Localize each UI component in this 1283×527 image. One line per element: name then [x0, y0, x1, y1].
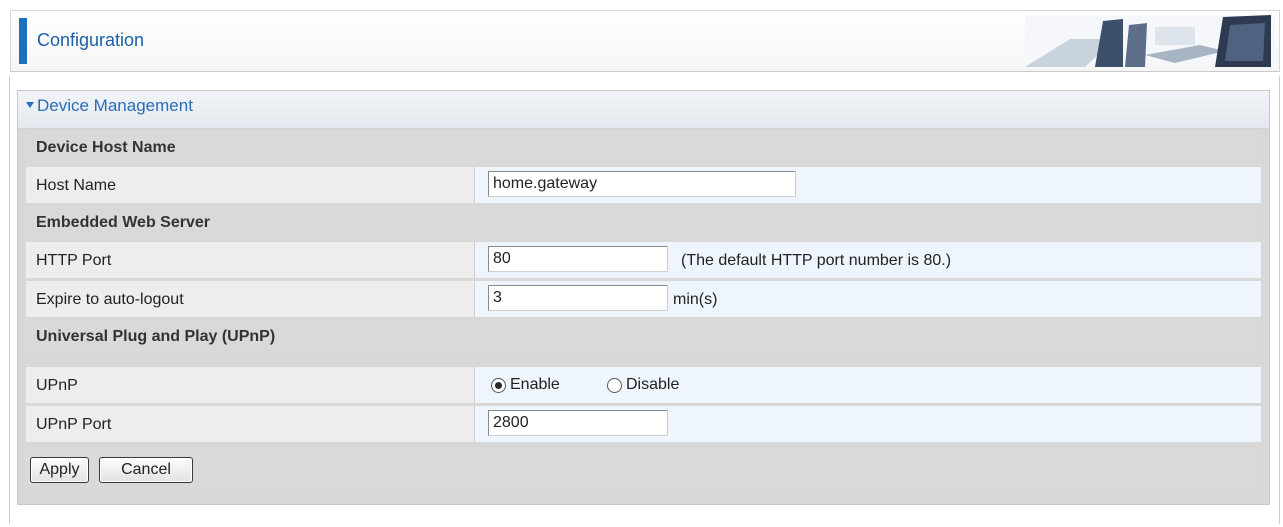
device-management-panel: Device Management Device Host Name Host … [17, 90, 1270, 505]
http-port-hint: (The default HTTP port number is 80.) [681, 252, 952, 269]
section-header[interactable]: Device Management [18, 91, 1269, 129]
upnp-port-row: UPnP Port [26, 406, 1261, 442]
http-port-label: HTTP Port [36, 252, 112, 269]
header-accent-bar [19, 18, 27, 64]
group-device-host-name: Device Host Name [26, 131, 1261, 164]
header-banner-image [1025, 15, 1275, 67]
expire-row: Expire to auto-logout min(s) [26, 281, 1261, 317]
http-port-row: HTTP Port (The default HTTP port number … [26, 242, 1261, 278]
section-title: Device Management [26, 96, 193, 116]
group-label: Embedded Web Server [36, 214, 210, 231]
upnp-enable-radio[interactable]: Enable [491, 376, 560, 394]
upnp-enable-label: Enable [510, 376, 560, 393]
group-label: Device Host Name [36, 139, 176, 156]
upnp-row: UPnP Enable Disable [26, 367, 1261, 403]
expire-input[interactable] [488, 285, 668, 311]
group-upnp: Universal Plug and Play (UPnP) [26, 320, 1261, 353]
expire-label: Expire to auto-logout [36, 291, 184, 308]
http-port-input[interactable] [488, 246, 668, 272]
group-embedded-web-server: Embedded Web Server [26, 206, 1261, 239]
upnp-port-label: UPnP Port [36, 416, 112, 433]
page-header: Configuration [10, 10, 1280, 72]
host-name-input[interactable] [488, 171, 796, 197]
upnp-disable-radio[interactable]: Disable [607, 376, 679, 394]
radio-selected-icon [491, 377, 506, 393]
apply-button[interactable]: Apply [30, 457, 89, 483]
radio-unselected-icon [607, 377, 622, 393]
host-name-label: Host Name [36, 177, 117, 194]
group-label: Universal Plug and Play (UPnP) [36, 328, 276, 345]
cancel-button[interactable]: Cancel [99, 457, 193, 483]
upnp-port-input[interactable] [488, 410, 668, 436]
page-title: Configuration [37, 30, 145, 50]
upnp-disable-label: Disable [626, 376, 680, 393]
expire-unit: min(s) [673, 291, 718, 308]
upnp-label: UPnP [36, 377, 78, 394]
host-name-row: Host Name [26, 167, 1261, 203]
section-title-text: Device Management [37, 96, 193, 115]
collapse-triangle-icon [26, 101, 34, 108]
button-row: Apply Cancel [26, 448, 1261, 492]
